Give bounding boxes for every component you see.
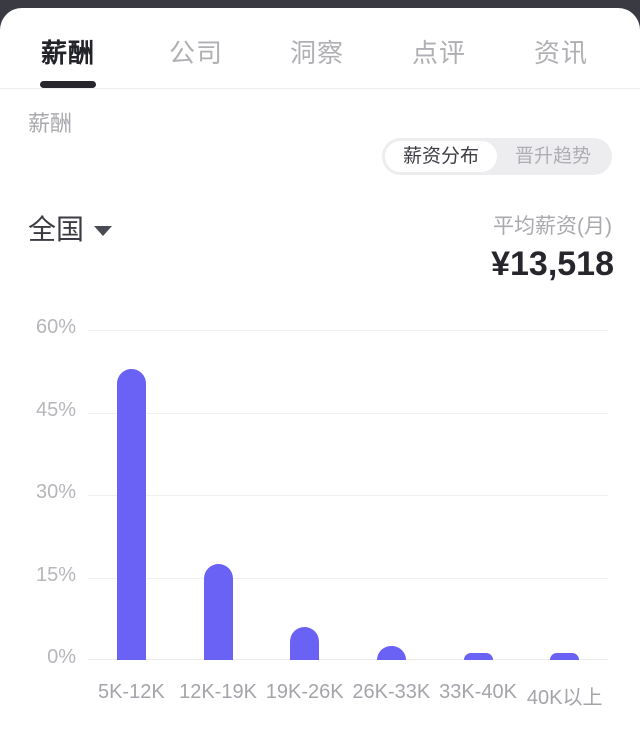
- average-salary-label: 平均薪资(月): [493, 215, 612, 238]
- section-header: 薪酬 薪资分布 晋升趋势: [0, 89, 640, 175]
- meta-row: 全国 平均薪资(月) ¥13,518: [0, 193, 640, 303]
- chart-x-axis: 5K-12K 12K-19K 19K-26K 26K-33K 33K-40K 40K以上: [88, 681, 608, 711]
- chevron-down-icon: [94, 225, 113, 236]
- tab-salary[interactable]: 薪酬: [0, 27, 136, 70]
- view-mode-segmented-control[interactable]: 薪资分布 晋升趋势: [382, 138, 612, 175]
- chart-bar[interactable]: [376, 646, 406, 660]
- y-axis-tick-label: 15%: [35, 563, 76, 586]
- x-axis-tick-label: 12K-19K: [179, 681, 257, 703]
- y-axis-tick-label: 45%: [35, 398, 76, 421]
- tab-reviews[interactable]: 点评: [378, 27, 500, 70]
- tab-news[interactable]: 资讯: [500, 27, 622, 70]
- active-tab-indicator: [40, 81, 96, 88]
- chart-plot-area: [88, 330, 608, 660]
- app-frame: 薪酬 公司 洞察 点评 资讯 薪酬 薪资分布 晋升趋势 全国 平均薪资(月) ¥…: [0, 0, 640, 740]
- x-axis-tick-label: 5K-12K: [97, 681, 165, 703]
- x-axis-tick-label: 26K-33K: [352, 681, 431, 703]
- chart-bar[interactable]: [116, 368, 146, 660]
- average-salary-value: ¥13,518: [491, 245, 614, 283]
- chart-bars: [88, 330, 608, 660]
- x-axis-tick-label: 33K-40K: [439, 681, 517, 703]
- y-axis-tick-label: 30%: [35, 481, 76, 503]
- tab-list: 薪酬 公司 洞察 点评 资讯: [0, 8, 640, 88]
- region-dropdown-label: 全国: [28, 214, 85, 245]
- x-axis-tick-label: 40K以上: [526, 687, 603, 709]
- content-card: 薪酬 公司 洞察 点评 资讯 薪酬 薪资分布 晋升趋势 全国 平均薪资(月) ¥…: [0, 8, 640, 740]
- chart-bar[interactable]: [203, 563, 233, 660]
- tab-insight[interactable]: 洞察: [256, 27, 378, 70]
- tab-company[interactable]: 公司: [136, 27, 256, 70]
- top-tab-bar: 薪酬 公司 洞察 点评 资讯: [0, 8, 640, 89]
- segment-promotion-trend[interactable]: 晋升趋势: [497, 141, 609, 172]
- chart-bar[interactable]: [550, 653, 580, 660]
- y-axis-tick-label: 60%: [35, 316, 76, 338]
- y-axis-tick-label: 0%: [47, 646, 76, 668]
- chart-bar[interactable]: [463, 653, 493, 660]
- segment-salary-distribution[interactable]: 薪资分布: [385, 141, 497, 172]
- section-title: 薪酬: [28, 111, 73, 136]
- salary-distribution-chart: 0% 15% 30% 45% 60% 5K-12K 12K-19K 19K-26K 26K-3…: [0, 303, 640, 709]
- chart-bar[interactable]: [290, 627, 320, 660]
- region-dropdown[interactable]: 全国: [28, 208, 113, 248]
- x-axis-tick-label: 19K-26K: [265, 681, 344, 703]
